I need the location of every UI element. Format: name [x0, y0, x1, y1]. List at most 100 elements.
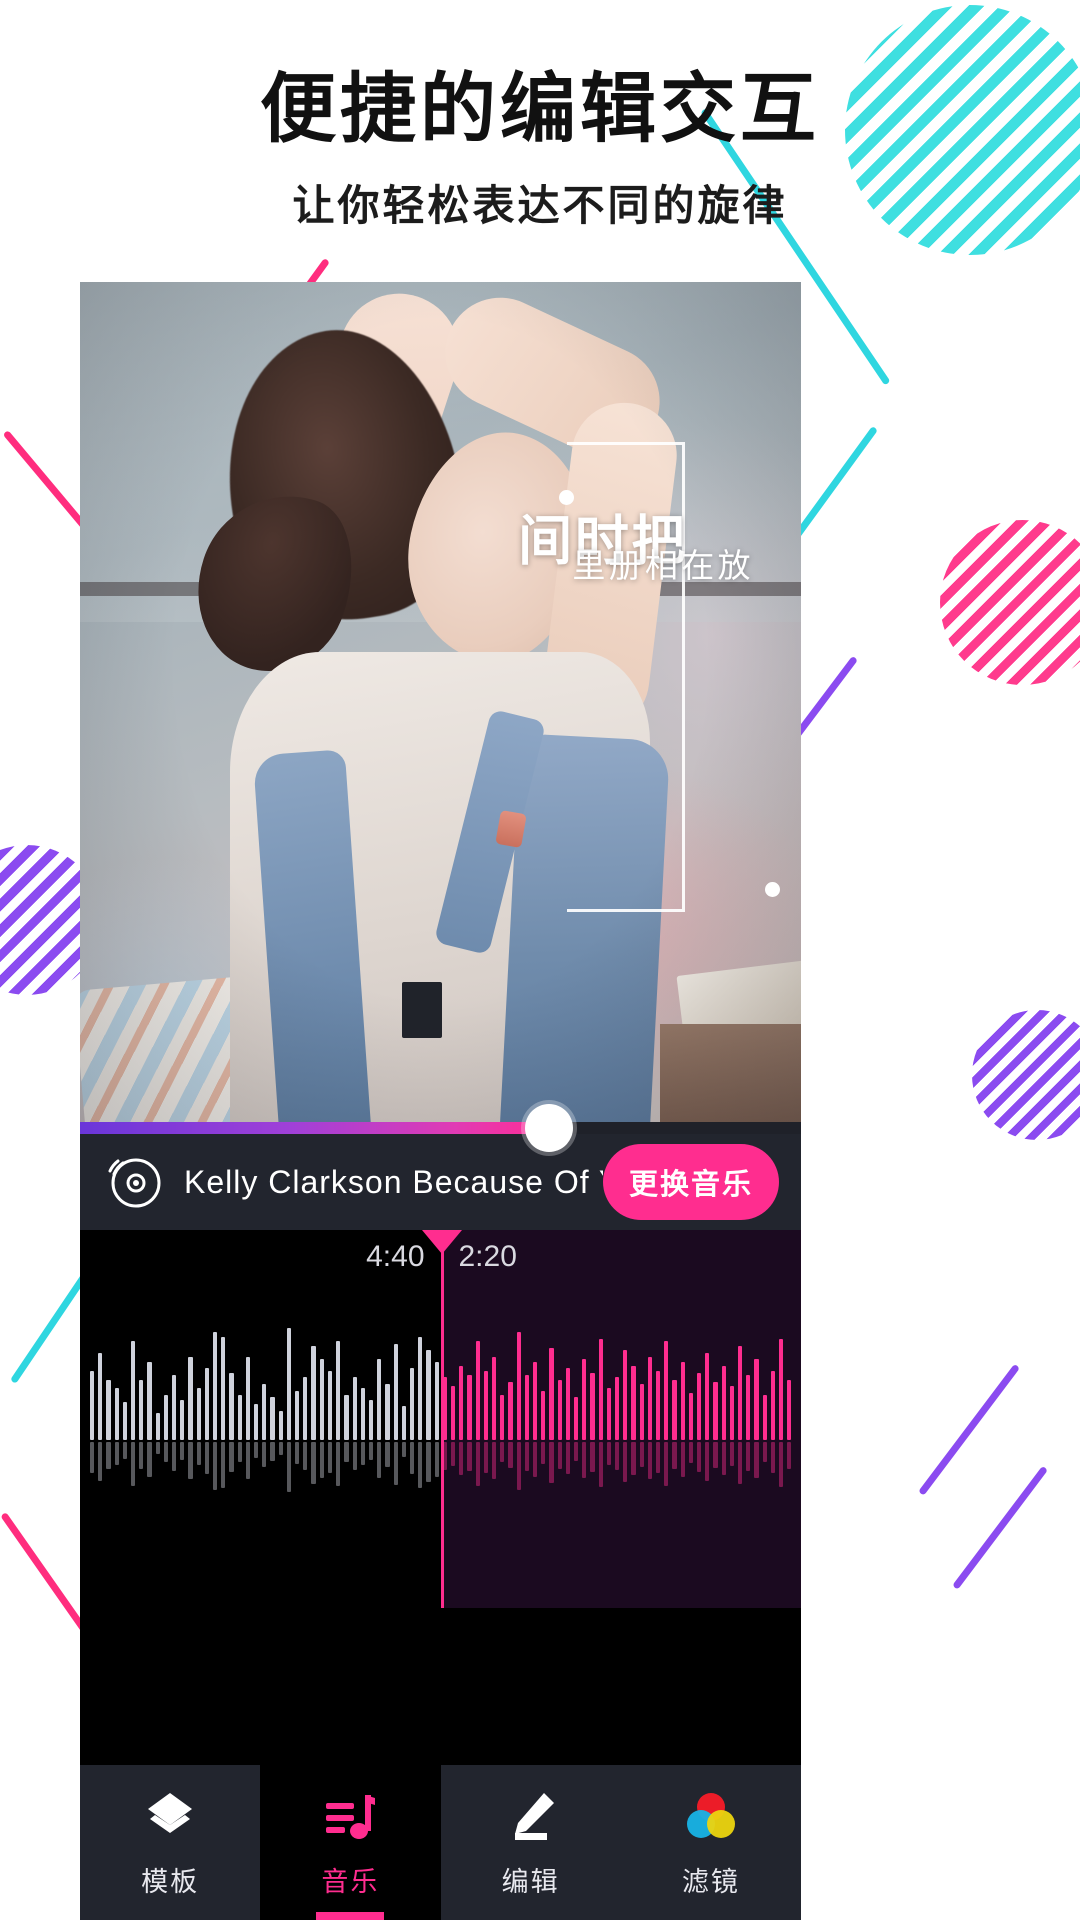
waveform-bar	[139, 1379, 144, 1440]
waveform-bar-reflection	[393, 1442, 398, 1485]
playback-slider[interactable]	[80, 1104, 801, 1152]
waveform-bar-reflection	[541, 1442, 546, 1464]
waveform-bar	[278, 1410, 283, 1440]
header: 便捷的编辑交互 让你轻松表达不同的旋律	[0, 0, 1080, 233]
waveform-bar	[532, 1361, 538, 1440]
waveform-playhead[interactable]	[421, 1230, 462, 1608]
waveform-bar-reflection	[262, 1442, 267, 1467]
waveform-bar	[229, 1372, 234, 1440]
waveform-bar-reflection	[623, 1442, 628, 1482]
waveform-bar-reflection	[524, 1442, 529, 1471]
layers-icon	[141, 1786, 199, 1846]
waveform-bar-reflection	[557, 1442, 562, 1469]
waveform-bar-reflection	[147, 1442, 152, 1477]
waveform-bar-reflection	[172, 1442, 177, 1471]
waveform-bar	[615, 1377, 620, 1440]
waveform-bar	[262, 1384, 267, 1440]
waveform-bar	[491, 1357, 497, 1440]
waveform-bar-reflection	[705, 1442, 710, 1481]
waveform-bar-reflection	[672, 1442, 677, 1469]
waveform-bar	[188, 1357, 193, 1440]
waveform-bar	[377, 1359, 382, 1440]
waveform-editor[interactable]: 4:40 2:20	[80, 1230, 801, 1608]
waveform-bar-reflection	[697, 1442, 702, 1472]
waveform-bar	[672, 1379, 677, 1440]
nav-item-music[interactable]: 音乐	[260, 1765, 441, 1920]
waveform-bar	[106, 1379, 111, 1440]
change-music-button[interactable]: 更换音乐	[602, 1144, 779, 1220]
waveform-bar	[327, 1370, 333, 1440]
waveform-bar	[155, 1413, 160, 1440]
waveform-bar-reflection	[779, 1442, 784, 1487]
waveform-bar-reflection	[450, 1442, 456, 1466]
waveform-bar-reflection	[721, 1442, 726, 1475]
nav-item-edit[interactable]: 编辑	[441, 1765, 621, 1920]
waveform-bar-reflection	[295, 1442, 300, 1464]
waveform-bar-reflection	[565, 1442, 570, 1474]
waveform-bar-reflection	[368, 1442, 374, 1460]
waveform-bar-reflection	[532, 1442, 538, 1477]
waveform-bar	[180, 1399, 185, 1440]
waveform-bar-reflection	[762, 1442, 767, 1462]
pencil-icon	[502, 1786, 560, 1846]
waveform-bar-reflection	[418, 1442, 423, 1488]
waveform-bar-reflection	[549, 1442, 554, 1483]
waveform-bar-reflection	[426, 1442, 431, 1482]
waveform-bar	[705, 1352, 710, 1440]
waveform-bar-reflection	[270, 1442, 275, 1461]
nav-item-template[interactable]: 模板	[80, 1765, 260, 1920]
waveform-bar-reflection	[582, 1442, 587, 1478]
waveform-bar-reflection	[606, 1442, 611, 1465]
waveform-bar	[450, 1386, 456, 1440]
waveform-bar	[573, 1397, 579, 1440]
waveform-bar-reflection	[131, 1442, 136, 1486]
waveform-bar-reflection	[188, 1442, 193, 1479]
waveform-total-time: 4:40	[366, 1240, 425, 1273]
diagonal-line-purple-2	[918, 1363, 1020, 1496]
waveform-bar-reflection	[787, 1442, 792, 1469]
waveform-bar-reflection	[254, 1442, 259, 1458]
waveform-bar-reflection	[639, 1442, 644, 1467]
nav-label-template: 模板	[141, 1867, 200, 1897]
waveform-bar	[475, 1341, 480, 1440]
waveform-bar	[688, 1392, 694, 1440]
waveform-bar-reflection	[401, 1442, 406, 1457]
striped-circle-purple-right	[972, 1010, 1080, 1140]
waveform-bar	[172, 1375, 177, 1440]
waveform-bar-reflection	[385, 1442, 390, 1467]
waveform-bar	[639, 1384, 644, 1440]
waveform-bar	[647, 1357, 653, 1440]
waveform-bar	[434, 1361, 439, 1440]
waveform-bar-reflection	[598, 1442, 603, 1487]
page-subtitle: 让你轻松表达不同的旋律	[292, 181, 788, 229]
waveform-bar	[254, 1404, 259, 1440]
waveform-bar-reflection	[409, 1442, 415, 1474]
track-info-bar: Kelly Clarkson Because Of You 更换音乐	[80, 1134, 801, 1230]
waveform-bar	[680, 1361, 685, 1440]
waveform-bar	[270, 1397, 275, 1440]
waveform-bar-reflection	[336, 1442, 341, 1486]
caption-sub-text: 放在相册里	[567, 548, 750, 595]
waveform-bar	[196, 1388, 201, 1440]
page-title: 便捷的编辑交互	[260, 67, 820, 152]
photo-preview[interactable]: 把时间 放在相册里	[80, 282, 801, 1122]
waveform-bar	[385, 1384, 390, 1440]
playback-slider-knob[interactable]	[524, 1104, 573, 1152]
waveform-bar	[738, 1345, 743, 1440]
waveform-bar-reflection	[738, 1442, 743, 1484]
waveform-bar	[147, 1361, 152, 1440]
waveform-bar-reflection	[106, 1442, 111, 1469]
waveform-bar-reflection	[311, 1442, 316, 1484]
nav-label-edit: 编辑	[501, 1867, 560, 1897]
waveform-bar-reflection	[180, 1442, 185, 1460]
nav-item-filter[interactable]: 滤镜	[621, 1765, 801, 1920]
waveform-bar	[311, 1345, 316, 1440]
waveform-bar-reflection	[713, 1442, 718, 1468]
waveform-bar-reflection	[680, 1442, 685, 1477]
waveform-bar-reflection	[475, 1442, 480, 1486]
waveform-bar	[352, 1377, 357, 1440]
waveform-bar	[459, 1366, 464, 1440]
waveform-bar	[754, 1359, 759, 1440]
waveform-bar	[787, 1379, 792, 1440]
waveform-bar	[713, 1381, 718, 1440]
